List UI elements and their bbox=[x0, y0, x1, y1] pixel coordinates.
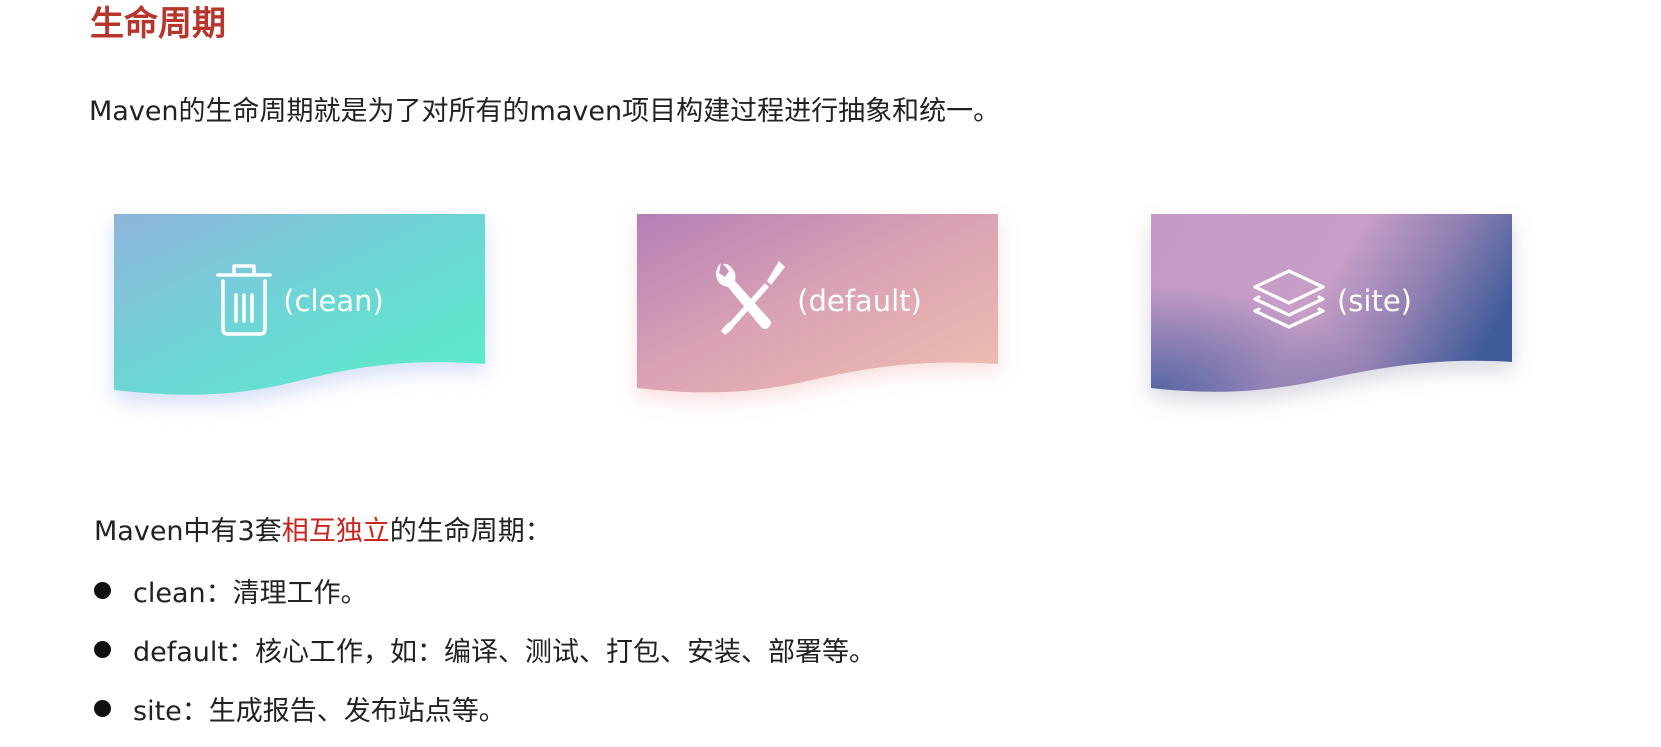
bullet-text-clean: clean：清理工作。 bbox=[133, 577, 368, 609]
list-item: clean：清理工作。 bbox=[94, 570, 876, 610]
summary-highlight: 相互独立 bbox=[281, 516, 390, 547]
page-title: 生命周期 bbox=[90, 4, 226, 44]
bullet-text-site: site：生成报告、发布站点等。 bbox=[133, 695, 506, 727]
bullet-dot-icon bbox=[94, 640, 111, 658]
lifecycle-card-clean: (clean) bbox=[114, 214, 485, 404]
lifecycle-card-site: (site) bbox=[1151, 214, 1512, 404]
bullet-dot-icon bbox=[94, 699, 111, 717]
wrench-screwdriver-icon bbox=[713, 259, 787, 343]
card-default-label: (default) bbox=[797, 284, 922, 318]
bullet-dot-icon bbox=[94, 581, 111, 599]
card-clean-label: (clean) bbox=[283, 284, 384, 318]
trash-icon bbox=[215, 261, 273, 341]
bullet-text-default: default：核心工作，如：编译、测试、打包、安装、部署等。 bbox=[133, 636, 876, 668]
lifecycle-card-default: (default) bbox=[637, 214, 998, 404]
lifecycle-summary: Maven中有3套相互独立的生命周期： bbox=[94, 512, 552, 552]
list-item: default：核心工作，如：编译、测试、打包、安装、部署等。 bbox=[94, 629, 876, 669]
layers-icon bbox=[1251, 267, 1327, 335]
lifecycle-bullet-list: clean：清理工作。 default：核心工作，如：编译、测试、打包、安装、部… bbox=[94, 570, 876, 747]
list-item: site：生成报告、发布站点等。 bbox=[94, 688, 876, 728]
intro-text: Maven的生命周期就是为了对所有的maven项目构建过程进行抽象和统一。 bbox=[89, 96, 1001, 127]
card-site-label: (site) bbox=[1336, 284, 1412, 318]
summary-prefix: Maven中有3套 bbox=[94, 516, 282, 547]
summary-suffix: 的生命周期： bbox=[389, 516, 552, 547]
